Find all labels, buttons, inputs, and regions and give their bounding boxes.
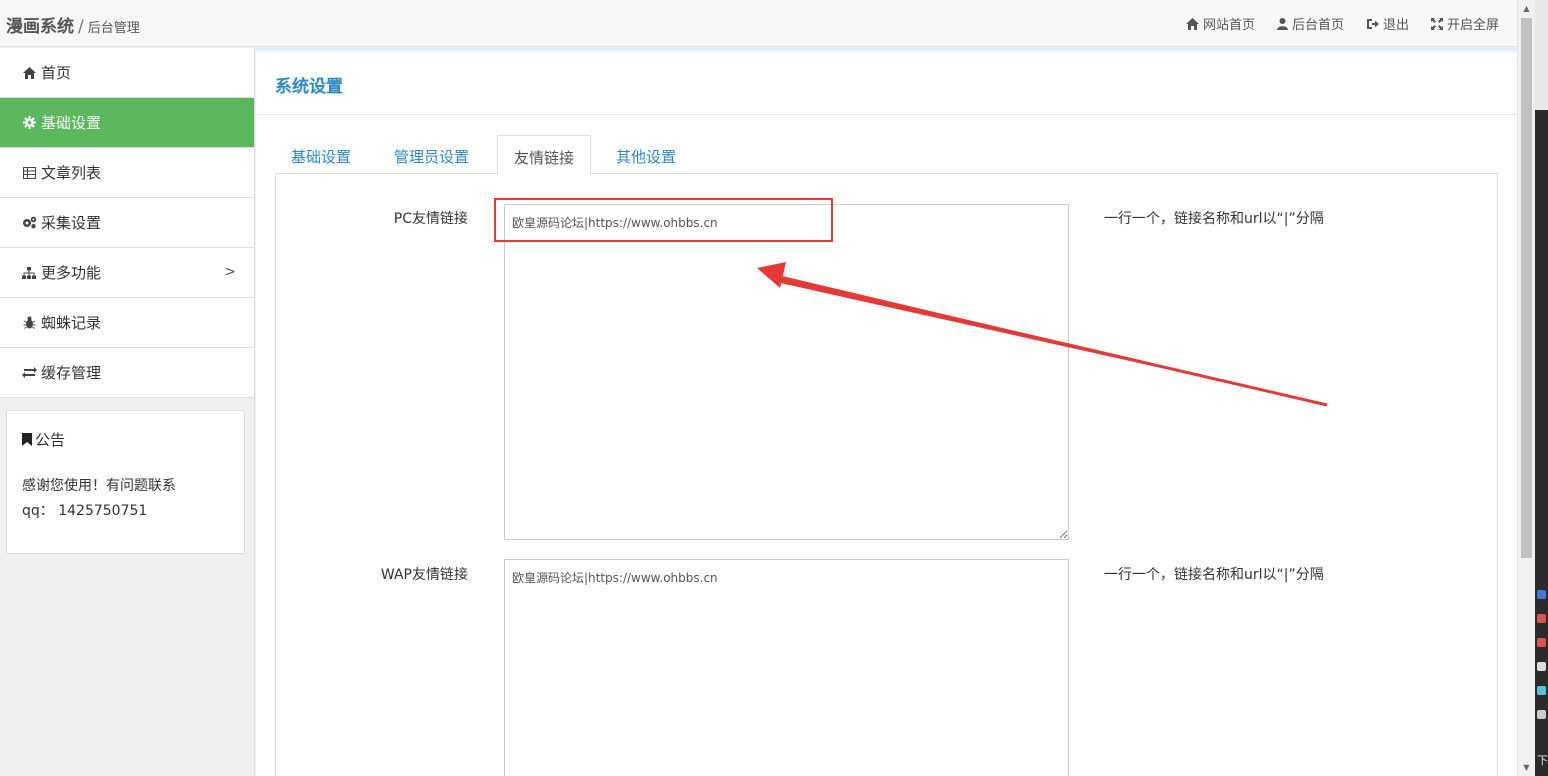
refresh-icon: [21, 367, 37, 378]
scroll-down-arrow-icon[interactable]: ▼: [1518, 759, 1535, 776]
scroll-thumb[interactable]: [1521, 18, 1532, 558]
sidebar-item-more-features[interactable]: 更多功能 >: [0, 248, 254, 298]
chevron-right-icon: >: [224, 264, 236, 280]
sidebar-item-label: 缓存管理: [41, 364, 102, 382]
wap-links-label: WAP友情链接: [380, 567, 468, 583]
brand[interactable]: 漫画系统 / 后台管理: [6, 12, 140, 37]
notice-body: 感谢您使用！有问题联系 qq： 1425750751: [22, 474, 229, 524]
nav-site-home-label: 网站首页: [1202, 18, 1255, 33]
table-icon: [21, 166, 37, 179]
tray-icon: [1537, 662, 1546, 671]
gear-icon: [21, 116, 37, 129]
tray-icon: [1537, 686, 1546, 695]
main-content: 系统设置 基础设置 管理员设置 友情链接 其他设置 PC友情链接 欧皇源码论坛|…: [256, 48, 1517, 776]
sidebar-item-label: 更多功能: [41, 264, 102, 282]
brand-separator: /: [78, 17, 84, 37]
nav-admin-home-link[interactable]: 后台首页: [1276, 14, 1344, 33]
top-nav: 网站首页 后台首页 退出 开启全屏: [1185, 14, 1499, 33]
nav-logout-link[interactable]: 退出: [1366, 14, 1409, 33]
bug-icon: [21, 316, 37, 329]
pc-links-textarea[interactable]: 欧皇源码论坛|https://www.ohbbs.cn: [504, 204, 1069, 540]
notice-panel: 公告 感谢您使用！有问题联系 qq： 1425750751: [6, 410, 245, 554]
sidebar-item-basic-settings[interactable]: 基础设置: [0, 98, 254, 148]
tab-other-settings[interactable]: 其他设置: [600, 135, 692, 174]
tray-icon: [1537, 614, 1546, 623]
gears-icon: [21, 216, 37, 229]
sign-out-icon: [1366, 18, 1379, 30]
sidebar-item-spider-log[interactable]: 蜘蛛记录: [0, 298, 254, 348]
tab-bar: 基础设置 管理员设置 友情链接 其他设置: [275, 135, 1498, 175]
nav-site-home-link[interactable]: 网站首页: [1185, 14, 1255, 33]
fullscreen-icon: [1430, 17, 1443, 30]
home-icon: [21, 66, 37, 79]
top-header: 漫画系统 / 后台管理 网站首页 后台首页 退出 开启全屏: [0, 0, 1517, 47]
notice-title-text: 公告: [35, 431, 66, 449]
wap-links-textarea[interactable]: 欧皇源码论坛|https://www.ohbbs.cn: [504, 559, 1069, 776]
brand-subtitle: 后台管理: [87, 21, 140, 36]
sidebar-item-label: 首页: [41, 64, 72, 82]
sidebar-item-label: 基础设置: [41, 114, 102, 132]
wap-links-help: 一行一个，链接名称和url以“|”分隔: [1104, 567, 1324, 583]
nav-logout-label: 退出: [1382, 18, 1409, 33]
tab-friend-links[interactable]: 友情链接: [497, 135, 592, 175]
tray-icon: [1537, 710, 1546, 719]
vertical-scrollbar[interactable]: ▲ ▼: [1517, 0, 1534, 776]
page-title: 系统设置: [275, 77, 343, 97]
notice-line-1: 感谢您使用！有问题联系: [22, 478, 176, 494]
sidebar-item-collect-settings[interactable]: 采集设置: [0, 198, 254, 248]
sidebar-item-label: 蜘蛛记录: [41, 314, 102, 332]
sidebar-item-article-list[interactable]: 文章列表: [0, 148, 254, 198]
nav-fullscreen-link[interactable]: 开启全屏: [1430, 14, 1499, 33]
bookmark-icon: [22, 433, 32, 446]
scroll-up-arrow-icon[interactable]: ▲: [1518, 0, 1535, 17]
tab-basic-settings[interactable]: 基础设置: [275, 135, 367, 174]
tray-icon: [1537, 638, 1546, 647]
nav-admin-home-label: 后台首页: [1291, 18, 1344, 33]
tray-icon: [1537, 590, 1546, 599]
tab-admin-settings[interactable]: 管理员设置: [378, 135, 485, 174]
desktop-edge-top: [1535, 0, 1548, 110]
user-icon: [1276, 17, 1288, 30]
pc-links-label: PC友情链接: [393, 211, 468, 227]
pc-links-help: 一行一个，链接名称和url以“|”分隔: [1104, 211, 1324, 227]
sidebar-item-cache-management[interactable]: 缓存管理: [0, 348, 254, 398]
sidebar-item-label: 文章列表: [41, 164, 102, 182]
sidebar: 首页 基础设置 文章列表 采集设置 更多功能 > 蜘蛛记录 缓存管理 公告 感谢…: [0, 48, 255, 776]
sidebar-item-label: 采集设置: [41, 214, 102, 232]
nav-fullscreen-label: 开启全屏: [1446, 18, 1499, 33]
sidebar-item-home[interactable]: 首页: [0, 48, 254, 98]
divider: [256, 114, 1517, 115]
sitemap-icon: [21, 266, 37, 279]
desktop-edge-text: 下: [1537, 754, 1548, 767]
desktop-edge: 下: [1535, 0, 1548, 776]
brand-title: 漫画系统: [6, 17, 74, 37]
annotation-highlight-box: [494, 198, 833, 242]
top-gradient: [256, 48, 1517, 54]
home-icon: [1185, 17, 1199, 30]
notice-title: 公告: [22, 429, 229, 450]
notice-line-2: qq： 1425750751: [22, 503, 148, 519]
